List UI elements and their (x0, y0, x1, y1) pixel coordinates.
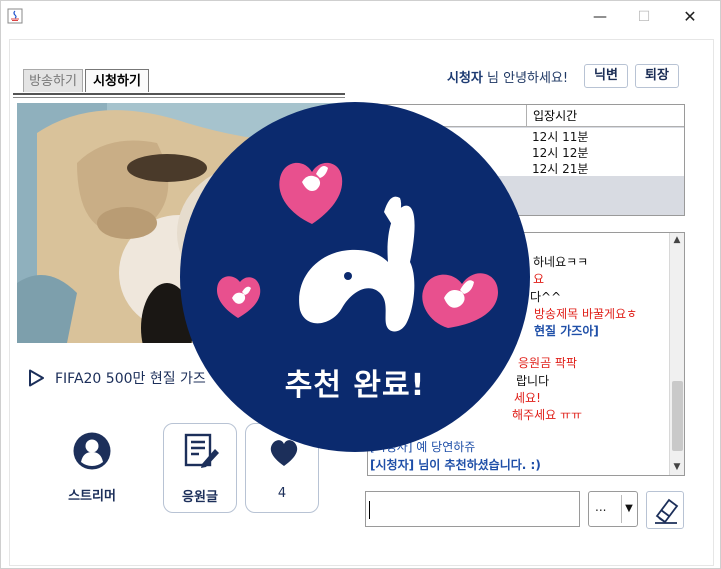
emoticon-select-value: ... (595, 500, 607, 514)
streamer-label: 스트리머 (68, 489, 116, 504)
greeting: 시청자 님 안녕하세요! (447, 69, 568, 89)
exit-button[interactable]: 퇴장 (635, 64, 679, 88)
chevron-down-icon[interactable]: ▼ (621, 495, 636, 523)
chat-message: 다^^ (530, 290, 562, 304)
scroll-down-icon[interactable]: ▼ (671, 460, 683, 474)
send-button[interactable] (646, 491, 684, 529)
tab-broadcast[interactable]: 방송하기 (23, 69, 83, 92)
play-icon (29, 369, 44, 387)
table-row[interactable]: 12시 21분 (532, 161, 588, 177)
chat-input[interactable] (365, 491, 580, 527)
user-name: 시청자 (447, 71, 483, 86)
title-bar: — ☐ ✕ (1, 1, 720, 33)
nickname-button[interactable]: 닉변 (584, 64, 628, 88)
app-window: — ☐ ✕ 방송하기 시청하기 시청자 님 안녕하세요! 닉변 퇴장 입장시간 … (0, 0, 721, 569)
tab-divider-shadow (13, 97, 345, 98)
emoticon-select[interactable]: ... ▼ (588, 491, 638, 527)
table-row[interactable]: 12시 12분 (532, 145, 588, 161)
streamer-button[interactable]: 스트리머 (55, 423, 129, 513)
text-caret (369, 501, 370, 519)
chat-message: 방송제목 바꿀게요ㅎ (534, 307, 638, 321)
table-row[interactable]: 12시 11분 (532, 129, 588, 145)
chat-message: [시청자] 님이 추천하셨습니다. :) (370, 458, 541, 472)
chat-scrollbar[interactable]: ▲ ▼ (669, 233, 684, 475)
chat-message: 요 (533, 272, 545, 286)
greeting-text: 님 안녕하세요! (482, 71, 569, 86)
recommend-complete-message: 추천 완료! (284, 368, 426, 403)
java-icon (7, 8, 23, 24)
chat-message: 하네요ㅋㅋ (533, 255, 589, 269)
column-header-entry-time: 입장시간 (526, 105, 684, 127)
recommend-complete-overlay[interactable]: 추천 완료! (180, 102, 530, 452)
close-button[interactable]: ✕ (675, 7, 705, 27)
tab-divider (13, 93, 345, 95)
eraser-icon (655, 498, 679, 524)
minimize-button[interactable]: — (585, 7, 615, 27)
chat-message: 현질 가즈아] (534, 324, 599, 338)
cheer-label: 응원글 (182, 490, 218, 505)
user-icon (73, 432, 111, 470)
recommend-count: 4 (277, 486, 287, 501)
scroll-up-icon[interactable]: ▲ (671, 233, 683, 247)
maximize-button[interactable]: ☐ (629, 7, 659, 27)
scroll-thumb[interactable] (672, 381, 683, 451)
tab-watch[interactable]: 시청하기 (85, 69, 149, 92)
